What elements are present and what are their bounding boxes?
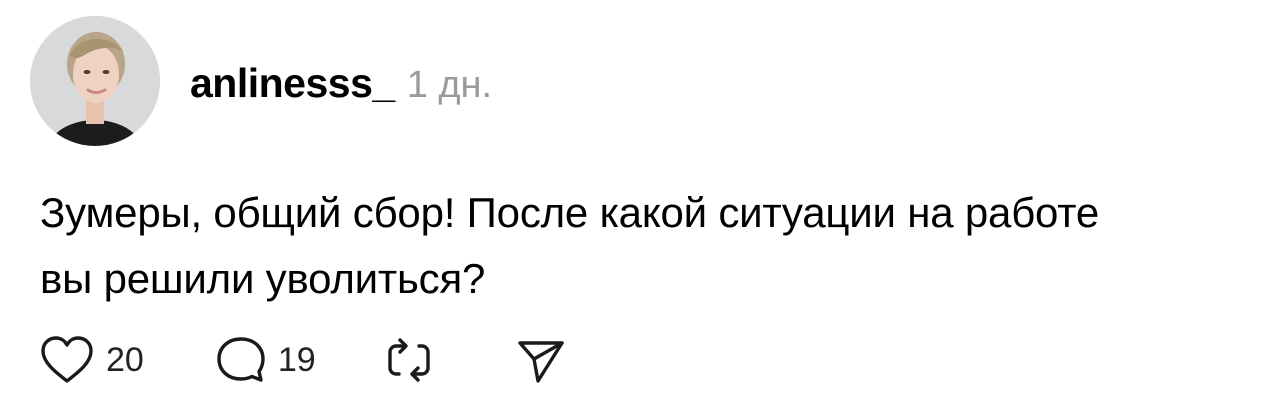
comment-button[interactable]: 19 xyxy=(214,334,316,386)
like-count: 20 xyxy=(106,340,144,379)
action-bar: 20 19 xyxy=(38,330,568,390)
post-time: 1 дн. xyxy=(406,64,493,106)
username[interactable]: anlinesss_ xyxy=(190,60,395,107)
post-text-line: Зумеры, общий сбор! После какой ситуации… xyxy=(40,189,1100,236)
avatar-image xyxy=(30,16,160,146)
like-button[interactable]: 20 xyxy=(38,334,144,386)
post-text: Зумеры, общий сбор! После какой ситуации… xyxy=(40,180,1240,312)
share-button[interactable] xyxy=(514,334,568,386)
repost-button[interactable] xyxy=(382,334,436,386)
post-card: anlinesss_ 1 дн. Зумеры, общий сбор! Пос… xyxy=(0,0,1280,406)
repost-icon xyxy=(382,334,436,386)
comment-count: 19 xyxy=(277,340,316,379)
post-text-line: вы решили уволиться? xyxy=(40,255,486,302)
send-icon xyxy=(514,334,568,386)
post-header: anlinesss_ 1 дн. xyxy=(190,60,492,110)
avatar[interactable] xyxy=(30,16,160,146)
heart-icon xyxy=(38,334,96,386)
comment-bubble-icon xyxy=(214,334,268,386)
